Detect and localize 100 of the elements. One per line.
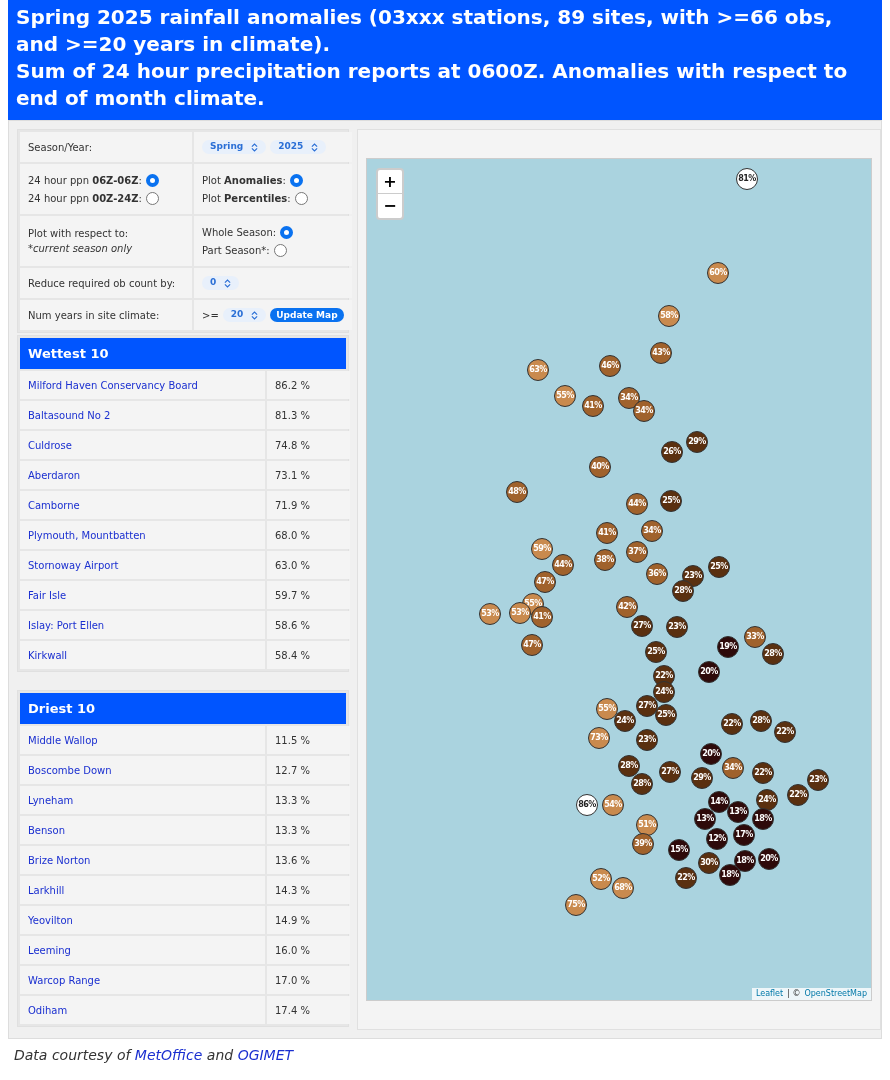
station-link[interactable]: Benson [28, 822, 66, 838]
metoffice-link[interactable]: MetOffice [134, 1047, 203, 1063]
station-marker[interactable]: 28% [618, 755, 640, 777]
station-link[interactable]: Yeovilton [28, 912, 73, 928]
station-link[interactable]: Baltasound No 2 [28, 407, 111, 423]
table-cell: 17.0 % [267, 966, 350, 994]
comparison-label: >= [202, 308, 219, 323]
station-link[interactable]: Kirkwall [28, 647, 68, 663]
radio-button[interactable] [280, 225, 294, 239]
station-link[interactable]: Boscombe Down [28, 762, 112, 778]
leaflet-link[interactable]: Leaflet [755, 988, 784, 1000]
station-link[interactable]: Camborne [28, 497, 80, 513]
station-marker[interactable]: 40% [589, 456, 611, 478]
station-link[interactable]: Larkhill [28, 882, 65, 898]
station-marker[interactable]: 22% [787, 784, 809, 806]
radio-button[interactable] [273, 243, 287, 257]
station-marker[interactable]: 27% [659, 761, 681, 783]
station-link[interactable]: Warcop Range [28, 972, 101, 988]
dropdown[interactable]: 0 [202, 276, 240, 290]
station-link[interactable]: Lyneham [28, 792, 74, 808]
station-marker[interactable]: 34% [633, 400, 655, 422]
station-marker[interactable]: 30% [698, 852, 720, 874]
station-marker[interactable]: 39% [632, 833, 654, 855]
station-marker[interactable]: 86% [576, 794, 598, 816]
station-marker[interactable]: 28% [672, 580, 694, 602]
station-marker[interactable]: 28% [631, 773, 653, 795]
zoom-in-button[interactable]: + [378, 170, 402, 194]
station-link[interactable]: Islay: Port Ellen [28, 617, 105, 633]
station-marker[interactable]: 28% [762, 643, 784, 665]
station-marker[interactable]: 23% [636, 729, 658, 751]
station-marker[interactable]: 20% [700, 743, 722, 765]
station-marker[interactable]: 43% [650, 342, 672, 364]
station-marker[interactable]: 23% [682, 565, 704, 587]
radio-button[interactable] [289, 173, 303, 187]
dropdown[interactable]: 2025 [270, 140, 327, 154]
station-marker[interactable]: 14% [708, 791, 730, 813]
station-marker[interactable]: 41% [582, 395, 604, 417]
station-link[interactable]: Fair Isle [28, 587, 67, 603]
station-marker[interactable]: 26% [661, 441, 683, 463]
station-marker[interactable]: 25% [660, 490, 682, 512]
station-marker[interactable]: 23% [807, 769, 829, 791]
station-link[interactable]: Brize Norton [28, 852, 91, 868]
station-link[interactable]: Odiham [28, 1002, 68, 1018]
station-marker[interactable]: 37% [626, 541, 648, 563]
station-link[interactable]: Culdrose [28, 437, 72, 453]
ogimet-link[interactable]: OGIMET [237, 1047, 294, 1063]
page-title: Sum of 24 hour precipitation reports at 0600Z. Anomalies with respect to end of month climate. [16, 58, 849, 112]
station-marker[interactable]: 18% [719, 864, 741, 886]
dropdown[interactable]: 20 [222, 308, 267, 322]
station-marker[interactable]: 81% [736, 168, 758, 190]
station-marker[interactable]: 29% [686, 431, 708, 453]
station-marker[interactable]: 23% [666, 616, 688, 638]
station-marker[interactable]: 33% [744, 626, 766, 648]
update-map-button[interactable]: Update Map [270, 308, 344, 322]
station-marker[interactable]: 41% [596, 522, 618, 544]
station-marker[interactable]: 42% [616, 596, 638, 618]
zoom-out-button[interactable]: − [378, 194, 402, 218]
station-marker[interactable]: 44% [552, 554, 574, 576]
station-marker[interactable]: 27% [636, 695, 658, 717]
station-marker[interactable]: 22% [774, 721, 796, 743]
station-marker[interactable]: 22% [675, 867, 697, 889]
station-marker[interactable]: 34% [641, 520, 663, 542]
station-marker[interactable]: 12% [706, 828, 728, 850]
station-marker[interactable]: 27% [631, 615, 653, 637]
station-marker[interactable]: 25% [708, 556, 730, 578]
dropdown[interactable]: Spring [202, 140, 267, 154]
table-heading: Wettest 10 [20, 338, 346, 369]
station-marker[interactable]: 47% [521, 634, 543, 656]
station-marker[interactable]: 18% [752, 808, 774, 830]
station-link[interactable]: Leeming [28, 942, 71, 958]
station-marker[interactable]: 15% [668, 839, 690, 861]
station-marker[interactable]: 13% [694, 808, 716, 830]
station-marker[interactable]: 47% [534, 571, 556, 593]
station-marker[interactable]: 13% [727, 801, 749, 823]
station-marker[interactable]: 25% [645, 641, 667, 663]
station-marker[interactable]: 46% [599, 355, 621, 377]
station-marker[interactable]: 22% [752, 762, 774, 784]
station-marker[interactable]: 29% [691, 767, 713, 789]
radio-button[interactable] [145, 191, 159, 205]
station-marker[interactable]: 44% [626, 493, 648, 515]
station-marker[interactable]: 24% [614, 710, 636, 732]
station-marker[interactable]: 24% [756, 789, 778, 811]
station-marker[interactable]: 20% [758, 848, 780, 870]
station-link[interactable]: Middle Wallop [28, 732, 98, 748]
station-marker[interactable]: 19% [717, 636, 739, 658]
station-marker[interactable]: 28% [750, 710, 772, 732]
radio-button[interactable] [294, 191, 308, 205]
station-marker[interactable]: 22% [721, 713, 743, 735]
radio-button[interactable] [145, 173, 159, 187]
station-marker[interactable]: 34% [722, 757, 744, 779]
station-marker[interactable]: 38% [594, 549, 616, 571]
station-marker[interactable]: 20% [698, 661, 720, 683]
station-link[interactable]: Aberdaron [28, 467, 81, 483]
station-marker[interactable]: 48% [506, 481, 528, 503]
station-marker[interactable]: 25% [655, 704, 677, 726]
field-label: Reduce required ob count by: [28, 276, 177, 291]
station-marker[interactable]: 41% [531, 606, 553, 628]
openstreetmap-link[interactable]: OpenStreetMap [804, 988, 867, 1000]
station-marker[interactable]: 36% [646, 563, 668, 585]
station-marker[interactable]: 17% [733, 824, 755, 846]
